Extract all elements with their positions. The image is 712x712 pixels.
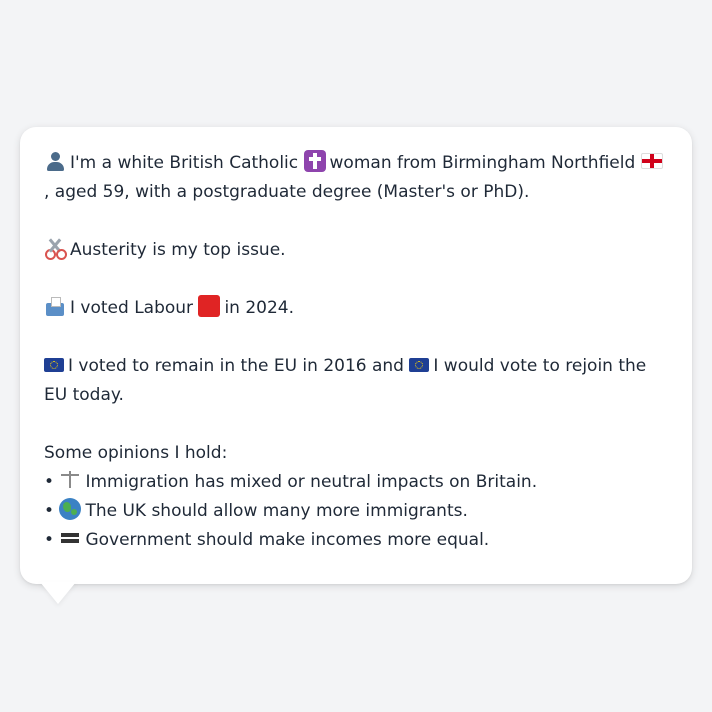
latin-cross-icon (303, 150, 326, 172)
top-issue-text: Austerity is my top issue. (70, 240, 286, 260)
vote-text-b: in 2024. (224, 298, 295, 318)
opinion-item: • Government should make incomes more eq… (44, 526, 668, 555)
scales-icon (59, 469, 81, 491)
red-square-icon (198, 295, 221, 317)
england-flag-icon (640, 153, 663, 169)
identity-paragraph: I'm a white British Catholic woman from … (44, 149, 668, 207)
bullet: • (44, 501, 55, 521)
scissors-icon (44, 237, 67, 260)
top-issue-paragraph: Austerity is my top issue. (44, 236, 668, 265)
identity-text-a: I'm a white British Catholic (70, 153, 299, 173)
vote-text-a: I voted Labour (70, 298, 194, 318)
identity-text-b: woman from Birmingham Northfield (329, 153, 636, 173)
message-bubble: I'm a white British Catholic woman from … (20, 127, 692, 584)
bullet: • (44, 472, 55, 492)
ballot-box-icon (44, 295, 66, 317)
eu-flag-icon (44, 358, 64, 372)
eu-flag-icon (409, 358, 430, 372)
identity-text-c: , aged 59, with a postgraduate degree (M… (44, 182, 530, 202)
opinion-item: • Immigration has mixed or neutral impac… (44, 468, 668, 497)
vote-paragraph: I voted Labour in 2024. (44, 294, 668, 323)
person-icon (44, 150, 66, 172)
opinion-text: Immigration has mixed or neutral impacts… (85, 472, 538, 492)
opinion-text: Government should make incomes more equa… (85, 530, 490, 550)
opinion-item: • The UK should allow many more immigran… (44, 497, 668, 526)
opinions-title: Some opinions I hold: (44, 443, 228, 463)
bubble-tail (40, 582, 76, 604)
equals-icon (59, 527, 81, 549)
eu-paragraph: I voted to remain in the EU in 2016 and … (44, 352, 668, 410)
globe-icon (59, 498, 82, 520)
eu-text-a: I voted to remain in the EU in 2016 and (68, 356, 404, 376)
bullet: • (44, 530, 55, 550)
opinion-text: The UK should allow many more immigrants… (85, 501, 468, 521)
